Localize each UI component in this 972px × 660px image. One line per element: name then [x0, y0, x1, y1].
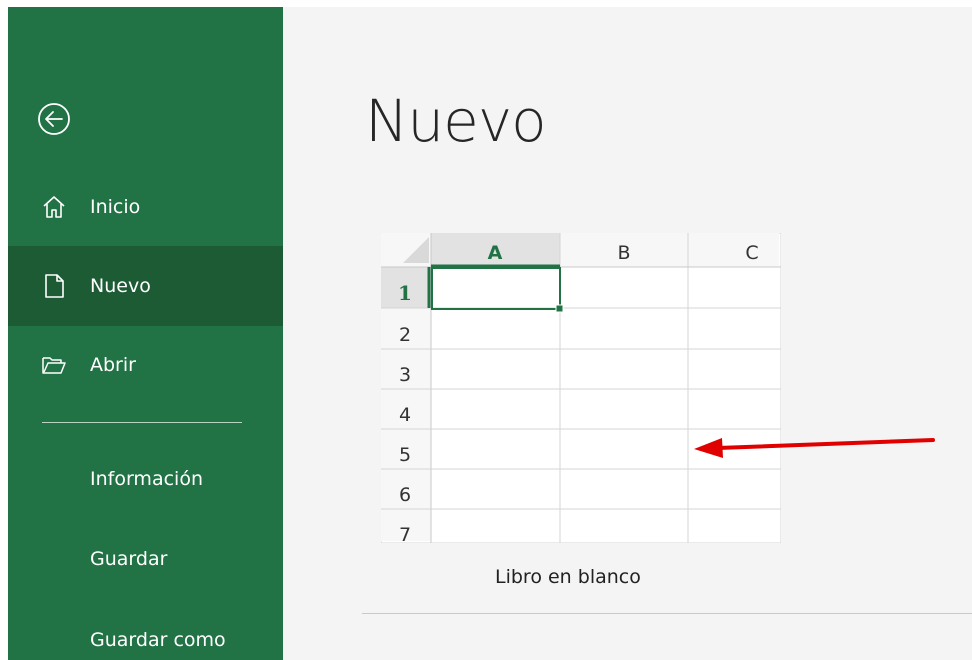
new-document-icon: [41, 273, 67, 299]
row-header-5: 5: [399, 444, 411, 466]
row-header-2: 2: [399, 324, 411, 346]
row-header-7: 7: [399, 524, 411, 543]
page-title: Nuevo: [365, 87, 547, 155]
sidebar-item-label: Nuevo: [90, 275, 151, 297]
sidebar-separator: [42, 422, 242, 423]
sidebar-item-guardar[interactable]: Guardar: [90, 548, 167, 570]
annotation-arrow-icon: [694, 438, 935, 458]
divider: [362, 613, 972, 614]
row-header-4: 4: [399, 404, 411, 426]
row-header-1: 1: [398, 281, 412, 305]
home-icon: [41, 194, 67, 220]
back-arrow-icon[interactable]: [36, 101, 72, 137]
sidebar-item-guardar-como[interactable]: Guardar como: [90, 629, 226, 651]
blank-workbook-preview: A B C 1 2 3 4 5 6 7: [381, 233, 781, 543]
column-header-b: B: [617, 242, 630, 264]
column-header-a: A: [488, 242, 503, 264]
row-header-6: 6: [399, 484, 411, 506]
sidebar-item-label: Inicio: [90, 196, 141, 218]
column-header-c: C: [745, 242, 758, 264]
sidebar-item-informacion[interactable]: Información: [90, 468, 203, 490]
sidebar-item-inicio[interactable]: Inicio: [8, 167, 283, 247]
template-label: Libro en blanco: [495, 566, 641, 588]
open-folder-icon: [41, 352, 67, 378]
main-panel: Nuevo A B C 1 2 3 4 5 6 7 Libro en blanc…: [283, 7, 972, 660]
sidebar-item-nuevo[interactable]: Nuevo: [8, 246, 283, 326]
row-header-3: 3: [399, 364, 411, 386]
sidebar-item-label: Abrir: [90, 354, 136, 376]
sidebar-item-abrir[interactable]: Abrir: [8, 325, 283, 405]
blank-workbook-template[interactable]: A B C 1 2 3 4 5 6 7 Libro en blanco: [381, 233, 781, 588]
backstage-sidebar: Inicio Nuevo Abrir Información Guardar G…: [8, 7, 283, 660]
